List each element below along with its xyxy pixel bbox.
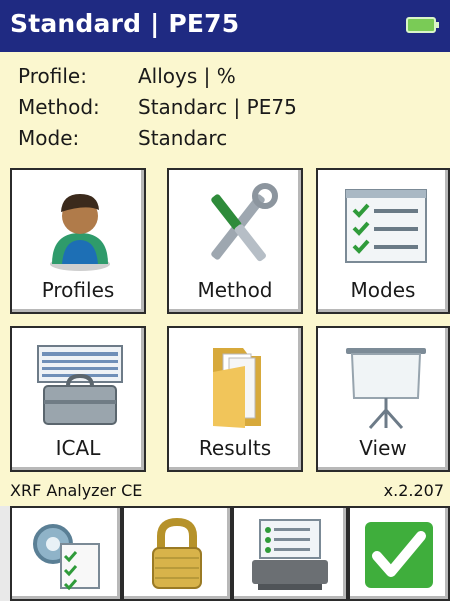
app-name: XRF Analyzer CE	[10, 481, 143, 500]
profiles-button[interactable]: Profiles	[10, 168, 146, 314]
ical-label: ICAL	[55, 436, 101, 460]
status-info-panel: Profile: Alloys | % Method: Standarc | P…	[0, 52, 450, 168]
profile-value: Alloys | %	[138, 64, 236, 88]
tools-icon	[211, 183, 278, 262]
calibration-case-icon	[37, 345, 123, 425]
method-value: Standarc | PE75	[138, 95, 297, 119]
profiles-label: Profiles	[41, 278, 115, 302]
ical-button[interactable]: ICAL	[10, 326, 146, 472]
view-label: View	[359, 436, 407, 460]
bottom-toolbar	[0, 506, 450, 601]
method-label: Method:	[18, 95, 100, 119]
page-title: Standard | PE75	[10, 9, 240, 38]
battery-icon	[406, 16, 440, 34]
app-version: x.2.207	[383, 481, 444, 500]
method-button[interactable]: Method	[167, 168, 303, 314]
results-button[interactable]: Results	[167, 326, 303, 472]
modes-label: Modes	[350, 278, 416, 302]
status-bar: XRF Analyzer CE x.2.207	[0, 476, 450, 506]
user-profile-icon	[50, 194, 110, 271]
mode-label: Mode:	[18, 126, 80, 150]
checkmark-icon	[365, 521, 433, 588]
modes-button[interactable]: Modes	[316, 168, 450, 314]
settings-checklist-icon	[33, 523, 100, 590]
folder-icon	[213, 348, 261, 428]
lock-button[interactable]	[122, 506, 232, 601]
projector-screen-icon	[346, 348, 426, 429]
confirm-button[interactable]	[348, 506, 450, 601]
printer-icon	[252, 518, 328, 590]
mode-value: Standarc	[138, 126, 228, 150]
settings-button[interactable]	[10, 506, 122, 601]
method-label: Method	[197, 278, 273, 302]
print-button[interactable]	[232, 506, 348, 601]
results-label: Results	[198, 436, 272, 460]
view-button[interactable]: View	[316, 326, 450, 472]
profile-label: Profile:	[18, 64, 87, 88]
lock-icon	[152, 517, 202, 589]
checklist-icon	[345, 189, 427, 263]
title-bar: Standard | PE75	[0, 0, 450, 52]
